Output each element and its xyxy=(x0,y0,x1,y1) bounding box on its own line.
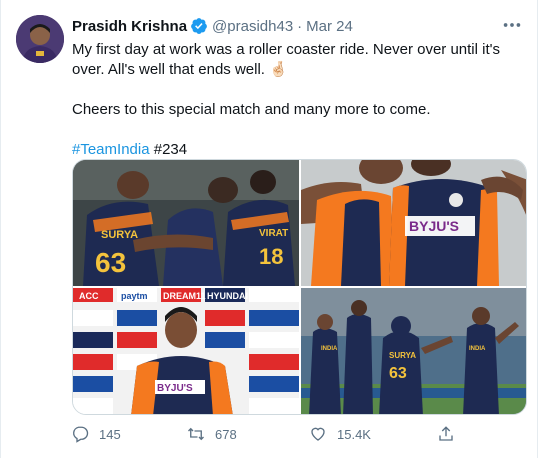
team-text-4: INDIA xyxy=(321,346,338,352)
photo-4[interactable]: SURYA 63 INDIA INDIA xyxy=(301,288,526,414)
tweet-text: My first day at work was a roller coaste… xyxy=(72,40,527,160)
ad-text-3: DREAM11 xyxy=(163,291,206,301)
reply-icon xyxy=(73,426,89,443)
like-count: 15.4K xyxy=(337,426,371,442)
tweet-text-tail: #234 xyxy=(149,141,188,158)
more-options-icon[interactable] xyxy=(501,14,523,36)
photo-3[interactable]: ACC paytm DREAM11 HYUNDAI BYJU'S xyxy=(73,288,299,414)
tweet-card[interactable]: Prasidh Krishna @prasidh43 · Mar 24 My f… xyxy=(0,0,538,458)
photo-grid: SURYA 63 VIRAT 18 BYJU'S ACC paytm DREAM… xyxy=(72,159,527,415)
verified-badge-icon xyxy=(191,18,207,34)
reply-button[interactable]: 145 xyxy=(71,425,121,443)
photo-1[interactable]: SURYA 63 VIRAT 18 xyxy=(73,160,299,286)
ad-text-2: paytm xyxy=(121,291,148,301)
jersey-number-text-2: 18 xyxy=(259,244,283,269)
tweet-actions: 145 678 15.4K xyxy=(69,425,469,447)
like-button[interactable]: 15.4K xyxy=(309,425,371,443)
jersey-name-text-4: SURYA xyxy=(389,351,416,360)
tweet-header: Prasidh Krishna @prasidh43 · Mar 24 xyxy=(72,16,353,36)
heart-icon xyxy=(311,427,325,441)
ad-text-4: HYUNDAI xyxy=(207,291,248,301)
separator-dot: · xyxy=(297,17,303,35)
author-name[interactable]: Prasidh Krishna xyxy=(72,18,187,35)
author-avatar[interactable] xyxy=(16,15,64,63)
author-handle[interactable]: @prasidh43 xyxy=(212,18,293,35)
team-text-4b: INDIA xyxy=(469,346,486,352)
photo-2[interactable]: BYJU'S xyxy=(301,160,526,286)
ad-text-1: ACC xyxy=(79,291,99,301)
jersey-number-text: 63 xyxy=(95,247,126,278)
jersey-number-text-4: 63 xyxy=(389,365,407,382)
retweet-count: 678 xyxy=(215,426,237,442)
retweet-button[interactable]: 678 xyxy=(187,425,237,443)
share-icon xyxy=(439,426,453,441)
hashtag-link[interactable]: #TeamIndia xyxy=(72,141,150,158)
sponsor-text-3: BYJU'S xyxy=(157,383,193,394)
tweet-text-line2: Cheers to this special match and many mo… xyxy=(72,101,431,118)
tweet-hashtags: #TeamIndia #234 xyxy=(72,140,527,160)
share-button[interactable] xyxy=(437,425,465,443)
tweet-text-line1: My first day at work was a roller coaste… xyxy=(72,41,500,78)
reply-count: 145 xyxy=(99,426,121,442)
jersey-name-text-2: VIRAT xyxy=(259,228,288,239)
sponsor-text: BYJU'S xyxy=(409,218,459,234)
tweet-date[interactable]: Mar 24 xyxy=(306,18,353,35)
jersey-name-text: SURYA xyxy=(101,229,138,241)
retweet-icon xyxy=(188,427,204,441)
